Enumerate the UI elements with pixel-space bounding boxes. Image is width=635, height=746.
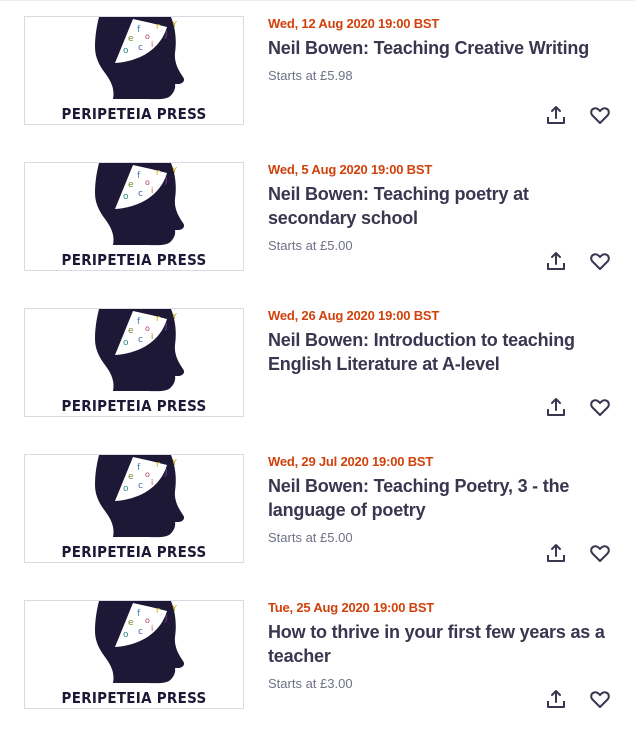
svg-text:r: r xyxy=(156,314,160,324)
svg-text:i: i xyxy=(151,624,153,633)
svg-text:Y: Y xyxy=(171,166,177,175)
svg-text:Y: Y xyxy=(171,458,177,467)
svg-text:J: J xyxy=(164,176,167,185)
event-title[interactable]: Neil Bowen: Teaching Poetry, 3 - the lan… xyxy=(268,474,613,522)
brand-text: PERIPETEIA PRESS xyxy=(61,543,207,561)
svg-text:c: c xyxy=(138,481,143,491)
event-title[interactable]: Neil Bowen: Introduction to teaching Eng… xyxy=(268,328,613,376)
svg-text:Y: Y xyxy=(171,604,177,613)
event-date: Wed, 12 Aug 2020 19:00 BST xyxy=(268,16,440,31)
event-price: Starts at £3.00 xyxy=(268,676,353,691)
heart-icon[interactable] xyxy=(588,103,612,127)
event-date: Wed, 26 Aug 2020 19:00 BST xyxy=(268,308,440,323)
event-title[interactable]: How to thrive in your first few years as… xyxy=(268,620,613,668)
brand-text: PERIPETEIA PRESS xyxy=(61,105,207,123)
svg-text:J: J xyxy=(164,614,167,623)
svg-text:Y: Y xyxy=(171,20,177,29)
svg-text:J: J xyxy=(164,322,167,331)
share-icon[interactable] xyxy=(544,687,568,711)
event-date: Tue, 25 Aug 2020 19:00 BST xyxy=(268,600,435,615)
svg-text:r: r xyxy=(156,168,160,178)
svg-text:o: o xyxy=(123,630,129,640)
svg-text:o: o xyxy=(123,484,129,494)
svg-text:o: o xyxy=(123,46,129,56)
brand-text: PERIPETEIA PRESS xyxy=(61,689,207,707)
heart-icon[interactable] xyxy=(588,249,612,273)
heart-icon[interactable] xyxy=(588,687,612,711)
event-image[interactable]: f e o r o c i J Y PERIPETEIA PRESS xyxy=(24,308,244,417)
svg-text:c: c xyxy=(138,335,143,345)
svg-text:o: o xyxy=(145,32,150,41)
event-date: Wed, 29 Jul 2020 19:00 BST xyxy=(268,454,434,469)
event-image[interactable]: f e o r o c i J Y PERIPETEIA PRESS xyxy=(24,162,244,271)
svg-text:o: o xyxy=(145,470,150,479)
event-title[interactable]: Neil Bowen: Teaching poetry at secondary… xyxy=(268,182,613,230)
brand-text: PERIPETEIA PRESS xyxy=(61,397,207,415)
svg-text:c: c xyxy=(138,43,143,53)
svg-text:i: i xyxy=(151,332,153,341)
svg-text:o: o xyxy=(145,324,150,333)
svg-text:r: r xyxy=(156,606,160,616)
svg-text:o: o xyxy=(145,616,150,625)
svg-text:c: c xyxy=(138,189,143,199)
svg-text:c: c xyxy=(138,627,143,637)
share-icon[interactable] xyxy=(544,103,568,127)
brand-text: PERIPETEIA PRESS xyxy=(61,251,207,269)
event-price: Starts at £5.98 xyxy=(268,68,353,83)
svg-text:r: r xyxy=(156,460,160,470)
event-title[interactable]: Neil Bowen: Teaching Creative Writing xyxy=(268,36,613,60)
share-icon[interactable] xyxy=(544,249,568,273)
svg-text:J: J xyxy=(164,468,167,477)
svg-text:o: o xyxy=(145,178,150,187)
event-card: f e o r o c i J Y PERIPETEIA PRESS Wed, … xyxy=(0,162,635,308)
event-image[interactable]: f e o r o c i J Y PERIPETEIA PRESS xyxy=(24,600,244,709)
svg-text:e: e xyxy=(128,34,134,44)
svg-text:o: o xyxy=(123,338,129,348)
share-icon[interactable] xyxy=(544,395,568,419)
heart-icon[interactable] xyxy=(588,541,612,565)
svg-text:e: e xyxy=(128,326,134,336)
svg-text:r: r xyxy=(156,22,160,32)
share-icon[interactable] xyxy=(544,541,568,565)
event-price: Starts at £5.00 xyxy=(268,530,353,545)
svg-text:i: i xyxy=(151,40,153,49)
svg-text:J: J xyxy=(164,30,167,39)
event-image[interactable]: f e o r o c i J Y PERIPETEIA PRESS xyxy=(24,16,244,125)
event-date: Wed, 5 Aug 2020 19:00 BST xyxy=(268,162,433,177)
event-image[interactable]: f e o r o c i J Y PERIPETEIA PRESS xyxy=(24,454,244,563)
svg-text:e: e xyxy=(128,618,134,628)
event-card: f e o r o c i J Y PERIPETEIA PRESS Wed, … xyxy=(0,16,635,162)
divider xyxy=(0,0,635,1)
svg-text:Y: Y xyxy=(171,312,177,321)
svg-text:i: i xyxy=(151,186,153,195)
svg-text:e: e xyxy=(128,472,134,482)
svg-text:o: o xyxy=(123,192,129,202)
event-price: Starts at £5.00 xyxy=(268,238,353,253)
heart-icon[interactable] xyxy=(588,395,612,419)
svg-text:e: e xyxy=(128,180,134,190)
event-card: f e o r o c i J Y PERIPETEIA PRESS Tue, … xyxy=(0,600,635,746)
event-card: f e o r o c i J Y PERIPETEIA PRESS Wed, … xyxy=(0,454,635,600)
event-card: f e o r o c i J Y PERIPETEIA PRESS Wed, … xyxy=(0,308,635,454)
svg-text:i: i xyxy=(151,478,153,487)
